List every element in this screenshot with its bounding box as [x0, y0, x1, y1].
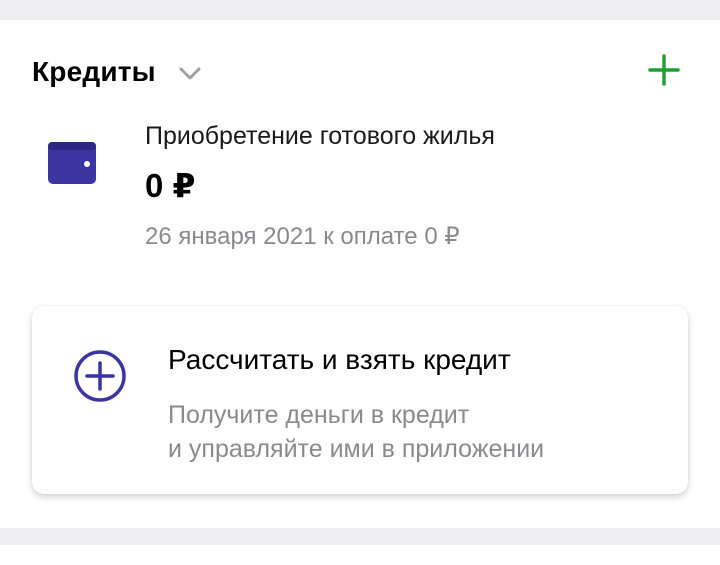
- plus-circle-icon: [72, 348, 128, 404]
- wallet-icon: [47, 140, 97, 186]
- next-card: [0, 545, 720, 565]
- calculate-loan-card[interactable]: Рассчитать и взять кредит Получите деньг…: [32, 306, 688, 494]
- promo-line-2: и управляйте ими в приложении: [168, 435, 545, 463]
- loan-name: Приобретение готового жилья: [145, 122, 495, 150]
- loan-item[interactable]: Приобретение готового жилья 0 ₽ 26 январ…: [0, 118, 720, 268]
- chevron-down-icon[interactable]: [178, 62, 202, 86]
- loan-amount: 0 ₽: [145, 167, 196, 204]
- promo-description: Получите деньги в кредит и управляйте им…: [168, 398, 544, 466]
- promo-title: Рассчитать и взять кредит: [168, 344, 511, 375]
- credits-title: Кредиты: [32, 56, 156, 87]
- top-spacer: [0, 0, 720, 20]
- credits-header[interactable]: Кредиты: [32, 48, 202, 96]
- plus-icon[interactable]: [646, 52, 682, 88]
- promo-line-1: Получите деньги в кредит: [168, 401, 470, 429]
- loan-due-date: 26 января 2021 к оплате 0 ₽: [145, 223, 460, 250]
